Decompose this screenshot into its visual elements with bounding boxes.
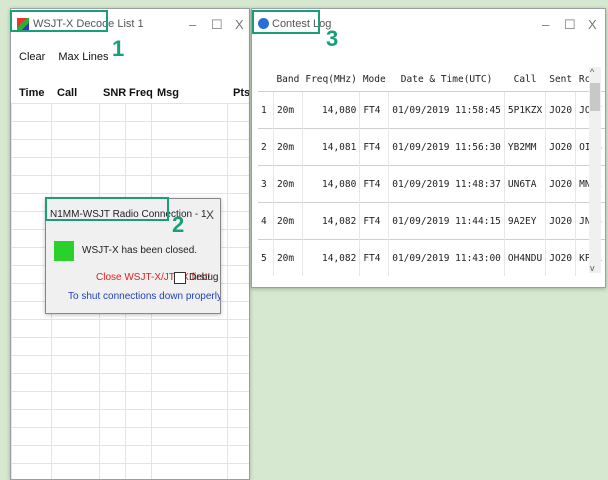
table-row[interactable]: 4 20m 14,082 FT4 01/09/2019 11:44:15 9A2… — [258, 202, 605, 240]
cell-sent: JO20 — [545, 128, 576, 166]
cell-datetime: 01/09/2019 11:48:37 — [388, 165, 505, 203]
col-call[interactable]: Call — [504, 67, 545, 92]
col-freq[interactable]: Freq(MHz) — [302, 67, 359, 92]
minimize-button[interactable]: – — [189, 17, 196, 32]
shutdown-hint: To shut connections down properly. — [68, 291, 221, 302]
table-row[interactable]: 1 20m 14,080 FT4 01/09/2019 11:58:45 5P1… — [258, 91, 605, 129]
row-number: 5 — [258, 239, 274, 276]
cell-band: 20m — [272, 128, 303, 166]
col-mode[interactable]: Mode — [360, 67, 389, 92]
menu-clear[interactable]: Clear — [19, 51, 45, 63]
connection-status: WSJT-X has been closed. — [82, 245, 198, 256]
contest-log-window: Contest Log – ☐ X Band Freq(MHz) Mode Da… — [251, 8, 606, 288]
row-number: 2 — [258, 128, 274, 166]
col-msg[interactable]: Msg — [157, 87, 179, 99]
cell-band: 20m — [272, 239, 303, 276]
cell-sent: JO20 — [545, 165, 576, 203]
table-row[interactable]: 3 20m 14,080 FT4 01/09/2019 11:48:37 UN6… — [258, 165, 605, 203]
annotation-number-3: 3 — [326, 26, 339, 51]
cell-mode: FT4 — [359, 239, 389, 276]
cell-sent: JO20 — [545, 91, 576, 129]
scroll-up-icon[interactable]: ^ — [590, 67, 594, 77]
col-snr[interactable]: SNR — [103, 87, 126, 99]
row-number: 3 — [258, 165, 274, 203]
scroll-thumb[interactable] — [590, 83, 600, 111]
debug-label[interactable]: Debug — [189, 272, 218, 283]
row-number: 1 — [258, 91, 274, 129]
cell-datetime: 01/09/2019 11:43:00 — [388, 239, 505, 276]
col-sent[interactable]: Sent — [546, 67, 576, 92]
cell-call: YB2MM — [503, 128, 546, 166]
row-number: 4 — [258, 202, 274, 240]
grid-divider — [227, 103, 228, 479]
cell-sent: JO20 — [545, 202, 576, 240]
col-pts[interactable]: Pts — [233, 87, 249, 99]
cell-mode: FT4 — [359, 91, 389, 129]
table-row[interactable]: 5 20m 14,082 FT4 01/09/2019 11:43:00 OH4… — [258, 239, 605, 276]
annotation-box-1 — [10, 10, 108, 32]
col-row-number — [258, 67, 273, 92]
close-button[interactable]: X — [206, 208, 214, 222]
cell-mode: FT4 — [359, 165, 389, 203]
cell-call: 9A2EY — [503, 202, 546, 240]
debug-checkbox[interactable] — [174, 272, 186, 284]
maximize-button[interactable]: ☐ — [211, 17, 223, 33]
annotation-box-3 — [252, 10, 320, 34]
cell-freq: 14,080 — [301, 165, 360, 203]
col-band[interactable]: Band — [273, 67, 302, 92]
cell-band: 20m — [272, 202, 303, 240]
table-row[interactable]: 2 20m 14,081 FT4 01/09/2019 11:56:30 YB2… — [258, 128, 605, 166]
cell-datetime: 01/09/2019 11:56:30 — [388, 128, 505, 166]
log-scrollbar[interactable]: ^ v — [589, 67, 601, 273]
col-datetime[interactable]: Date & Time(UTC) — [389, 67, 505, 92]
cell-sent: JO20 — [545, 239, 576, 276]
decode-menubar: Clear Max Lines — [19, 51, 119, 63]
maximize-button[interactable]: ☐ — [564, 17, 576, 33]
cell-band: 20m — [272, 165, 303, 203]
log-header-row: Band Freq(MHz) Mode Date & Time(UTC) Cal… — [258, 67, 605, 92]
scroll-down-icon[interactable]: v — [590, 263, 595, 273]
menu-max-lines[interactable]: Max Lines — [58, 51, 108, 63]
contest-log-table: Band Freq(MHz) Mode Date & Time(UTC) Cal… — [258, 67, 605, 276]
cell-freq: 14,080 — [301, 91, 360, 129]
cell-mode: FT4 — [359, 128, 389, 166]
cell-call: 5P1KZX — [503, 91, 546, 129]
annotation-number-1: 1 — [112, 36, 125, 61]
col-call[interactable]: Call — [57, 87, 77, 99]
cell-freq: 14,081 — [301, 128, 360, 166]
cell-freq: 14,082 — [301, 239, 360, 276]
close-button[interactable]: X — [588, 17, 597, 32]
col-freq[interactable]: Freq — [129, 87, 153, 99]
cell-freq: 14,082 — [301, 202, 360, 240]
cell-datetime: 01/09/2019 11:44:15 — [388, 202, 505, 240]
cell-call: UN6TA — [503, 165, 546, 203]
close-button[interactable]: X — [235, 17, 244, 32]
col-time[interactable]: Time — [19, 87, 44, 99]
annotation-number-2: 2 — [172, 212, 185, 237]
minimize-button[interactable]: – — [542, 17, 549, 32]
annotation-box-2 — [45, 197, 169, 221]
cell-mode: FT4 — [359, 202, 389, 240]
cell-call: OH4NDU — [503, 239, 546, 276]
status-indicator-icon — [54, 241, 74, 261]
cell-band: 20m — [272, 91, 303, 129]
cell-datetime: 01/09/2019 11:58:45 — [388, 91, 505, 129]
decode-grid-header: Time Call SNR Freq Msg Pts — [11, 81, 249, 103]
